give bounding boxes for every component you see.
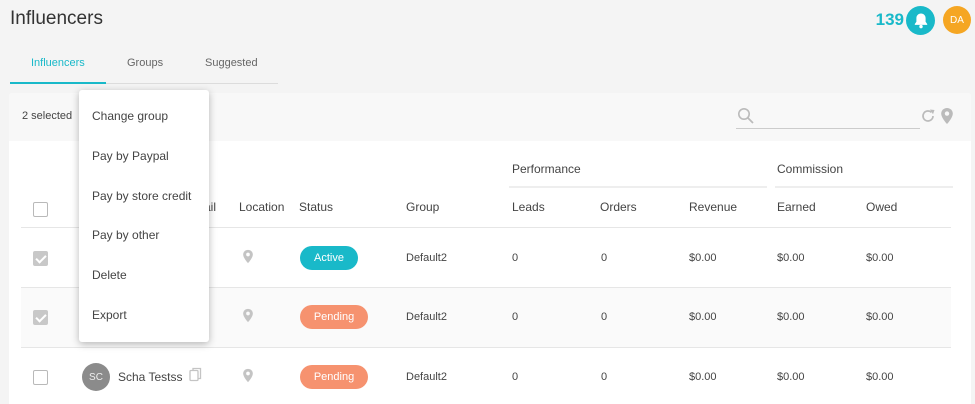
search-icon — [738, 108, 754, 124]
bulk-actions-menu: Change group Pay by Paypal Pay by store … — [79, 90, 209, 342]
menu-item-export[interactable]: Export — [92, 308, 127, 322]
menu-item-pay-by-other[interactable]: Pay by other — [92, 228, 159, 242]
user-avatar[interactable]: DA — [943, 6, 971, 34]
revenue-cell: $0.00 — [689, 311, 717, 323]
column-status-header[interactable]: Status — [299, 200, 333, 214]
notification-count[interactable]: 139 — [876, 10, 904, 30]
avatar: SC — [82, 363, 110, 391]
earned-cell: $0.00 — [777, 311, 805, 323]
performance-group-divider — [509, 186, 767, 188]
refresh-icon[interactable] — [920, 108, 936, 124]
row-checkbox[interactable] — [33, 310, 48, 325]
revenue-cell: $0.00 — [689, 371, 717, 383]
tab-suggested[interactable]: Suggested — [205, 57, 258, 69]
copy-icon[interactable] — [189, 367, 202, 382]
column-orders-header[interactable]: Orders — [600, 200, 637, 214]
performance-group-header: Performance — [512, 162, 581, 176]
row-checkbox[interactable] — [33, 370, 48, 385]
column-revenue-header[interactable]: Revenue — [689, 200, 737, 214]
leads-cell: 0 — [512, 252, 519, 264]
location-pin-icon[interactable] — [242, 368, 254, 383]
location-pin-icon[interactable] — [242, 308, 254, 323]
search-box — [736, 105, 920, 129]
commission-group-divider — [775, 186, 953, 188]
menu-item-pay-by-store-credit[interactable]: Pay by store credit — [92, 189, 191, 203]
orders-cell: 0 — [601, 252, 608, 264]
menu-item-delete[interactable]: Delete — [92, 268, 127, 282]
influencer-name[interactable]: Scha Testss — [118, 370, 182, 384]
menu-item-change-group[interactable]: Change group — [92, 109, 168, 123]
status-badge: Pending — [300, 305, 368, 329]
selected-count: 2 selected — [22, 110, 73, 122]
tab-influencers[interactable]: Influencers — [31, 57, 85, 69]
tab-bar: Influencers Groups Suggested — [10, 42, 278, 84]
column-location-header[interactable]: Location — [239, 200, 284, 214]
leads-cell: 0 — [512, 371, 519, 383]
location-pin-icon[interactable] — [940, 107, 954, 125]
orders-cell: 0 — [601, 311, 608, 323]
location-pin-icon[interactable] — [242, 249, 254, 264]
column-leads-header[interactable]: Leads — [512, 200, 545, 214]
column-earned-header[interactable]: Earned — [777, 200, 816, 214]
page-title: Influencers — [10, 8, 103, 29]
status-badge: Active — [300, 246, 358, 270]
revenue-cell: $0.00 — [689, 252, 717, 264]
earned-cell: $0.00 — [777, 371, 805, 383]
menu-item-pay-by-paypal[interactable]: Pay by Paypal — [92, 149, 169, 163]
active-tab-indicator — [10, 82, 106, 84]
search-input[interactable] — [760, 107, 916, 127]
status-badge: Pending — [300, 365, 368, 389]
bell-icon — [914, 13, 927, 28]
tab-groups[interactable]: Groups — [127, 57, 163, 69]
owed-cell: $0.00 — [866, 252, 894, 264]
earned-cell: $0.00 — [777, 252, 805, 264]
notifications-button[interactable] — [906, 5, 935, 35]
group-cell: Default2 — [406, 311, 447, 323]
row-checkbox[interactable] — [33, 251, 48, 266]
group-cell: Default2 — [406, 252, 447, 264]
commission-group-header: Commission — [777, 162, 844, 176]
select-all-checkbox[interactable] — [33, 202, 48, 217]
orders-cell: 0 — [601, 371, 608, 383]
group-cell: Default2 — [406, 371, 447, 383]
owed-cell: $0.00 — [866, 371, 894, 383]
top-right-actions: 139 DA — [876, 5, 971, 35]
column-owed-header[interactable]: Owed — [866, 200, 897, 214]
owed-cell: $0.00 — [866, 311, 894, 323]
row-divider — [21, 347, 951, 348]
leads-cell: 0 — [512, 311, 519, 323]
column-group-header[interactable]: Group — [406, 200, 439, 214]
